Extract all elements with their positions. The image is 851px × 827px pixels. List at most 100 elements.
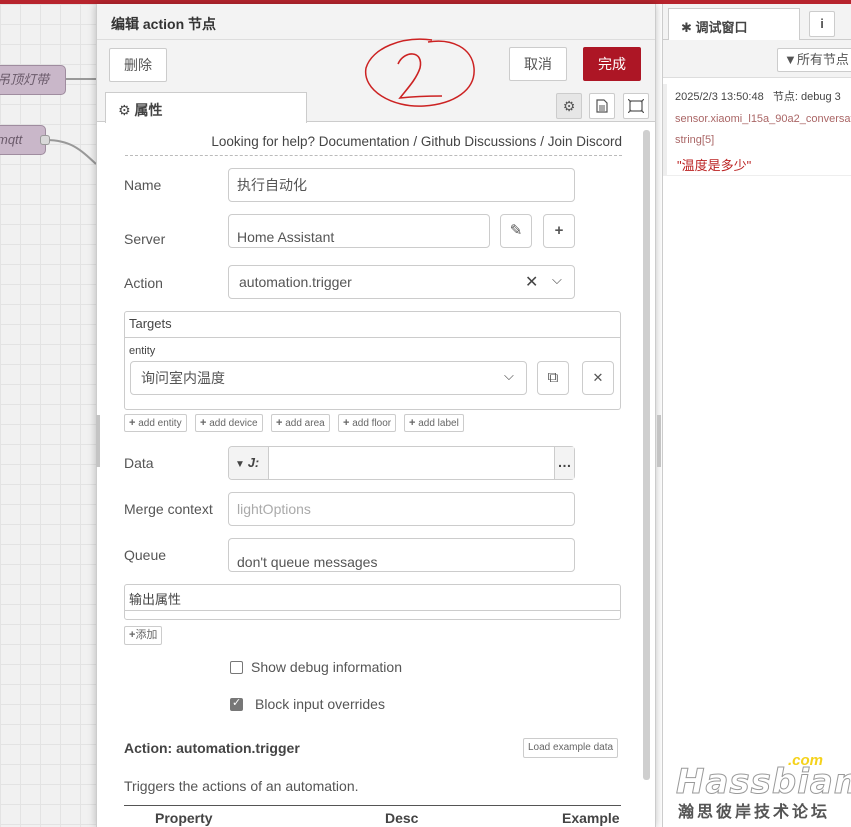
cancel-button[interactable]: 取消 [509,47,567,81]
json-type-icon: J: [247,455,260,470]
data-label: Data [124,455,154,471]
add-label-button[interactable]: + add label [404,414,464,432]
plus-icon: + [343,417,350,429]
flow-canvas[interactable]: 吊顶灯带 mqtt [0,4,96,827]
action-value: automation.trigger [239,274,352,290]
targets-title: Targets [125,312,620,338]
tab-debug[interactable]: ✱ 调试窗口 [668,8,800,41]
chevron-down-icon[interactable]: ⌵ [552,272,562,288]
tab-label: 属性 [134,102,163,118]
entity-value: 询问室内温度 [141,370,225,386]
debug-checkbox[interactable] [230,661,243,674]
filter-label: 所有节点 [796,52,849,67]
add-floor-button[interactable]: + add floor [338,414,397,432]
message-timestamp: 2025/2/3 13:50:48 [675,91,764,103]
help-links: Looking for help? Documentation / Github… [125,134,622,156]
debug-toolbar: ▼所有节点 [663,40,851,78]
resize-handle-right[interactable] [657,415,661,467]
add-output-label: 添加 [135,629,158,641]
delete-button[interactable]: 删除 [109,48,167,82]
github-discussions-link[interactable]: Github Discussions [421,134,537,149]
watermark-main: Hassbian [675,762,851,803]
scroll-thumb[interactable] [643,130,650,780]
action-select[interactable]: automation.trigger [228,265,575,299]
remove-x-icon[interactable]: ✕ [582,361,614,395]
debug-message[interactable]: 2025/2/3 13:50:48 节点: debug 3 sensor.xia… [663,84,851,176]
queue-label: Queue [124,547,167,563]
merge-context-label: Merge context [124,501,213,517]
resize-handle-left[interactable] [96,415,100,467]
documentation-link[interactable]: Documentation [319,134,410,149]
clear-x-icon[interactable]: ✕ [525,272,538,292]
done-button[interactable]: 完成 [583,47,641,81]
watermark-com: .com [788,752,824,769]
block-input-checkbox[interactable] [230,696,243,711]
add-floor-label: add floor [352,418,392,429]
tab-properties[interactable]: ⚙ 属性 [105,92,307,123]
join-discord-link[interactable]: Join Discord [548,134,622,149]
server-select[interactable]: Home Assistant [228,214,490,248]
load-example-button[interactable]: Load example data [523,738,619,758]
col-desc: Desc [385,810,419,826]
flow-node-label: mqtt [0,132,23,147]
queue-select[interactable]: don't queue messages [228,538,575,572]
separator: / [413,134,418,149]
appearance-icon[interactable] [623,93,649,119]
message-node[interactable]: 节点: debug 3 [773,91,841,103]
edit-tray: 编辑 action 节点 删除 取消 完成 ⚙ 属性 ⚙ Looking for… [96,4,656,827]
message-type: string[5] [675,134,715,146]
add-entity-button[interactable]: + add entity [124,414,187,432]
scrollbar[interactable] [641,122,653,822]
output-port[interactable] [40,135,50,145]
settings-gear-icon[interactable]: ⚙ [556,93,582,119]
expand-editor-button[interactable]: … [554,447,574,479]
entity-select[interactable]: 询问室内温度 [130,361,527,395]
doc-title: Action: automation.trigger [124,740,300,756]
action-label: Action [124,275,163,291]
add-label-label: add label [418,418,459,429]
debug-info-label: Show debug information [251,659,402,675]
tray-title: 编辑 action 节点 [111,16,217,32]
description-icon[interactable] [589,93,615,119]
caret-down-icon: ▼ [235,459,245,470]
flow-node-label: 吊顶灯带 [0,72,50,87]
merge-context-input[interactable]: lightOptions [228,492,575,526]
col-property: Property [155,810,213,826]
copy-icon[interactable]: ⧉ [537,361,569,395]
edit-pencil-icon[interactable]: ✎ [500,214,532,248]
message-value: "温度是多少" [677,158,752,173]
separator: / [540,134,544,149]
plus-icon: + [276,417,283,429]
data-input[interactable]: ▼ J: … [228,446,575,480]
node-filter-button[interactable]: ▼所有节点 [777,48,851,72]
doc-description: Triggers the actions of an automation. [124,778,359,794]
message-topic: sensor.xiaomi_l15a_90a2_conversation [675,113,851,125]
add-area-button[interactable]: + add area [271,414,330,432]
watermark-sub: 瀚思彼岸技术论坛 [678,802,831,821]
watermark-logo: Hassbian .com 瀚思彼岸技术论坛 [674,752,851,822]
server-label: Server [124,231,166,247]
flow-node[interactable]: 吊顶灯带 [0,65,66,95]
help-prefix: Looking for help? [211,134,315,149]
col-example: Example [562,810,620,826]
add-output-button[interactable]: +添加 [124,626,163,645]
sidebar-tabbar: ✱ 调试窗口 i [663,4,851,41]
plus-icon: + [409,417,416,429]
message-meta: 2025/2/3 13:50:48 节点: debug 3 [675,88,851,104]
properties-panel: Looking for help? Documentation / Github… [97,122,637,827]
handwritten-annotation [365,38,475,107]
add-area-label: add area [285,418,325,429]
chevron-down-icon[interactable]: ⌵ [504,368,514,384]
name-label: Name [124,177,162,193]
bug-icon: ✱ [681,20,692,35]
plus-icon: + [200,417,207,429]
add-entity-label: add entity [138,418,182,429]
add-device-button[interactable]: + add device [195,414,263,432]
info-icon[interactable]: i [809,11,835,37]
property-table: Property Desc Example [124,805,621,826]
add-plus-icon[interactable]: + [543,214,575,248]
output-title: 输出属性 [125,585,620,611]
block-input-label: Block input overrides [255,696,385,712]
type-selector[interactable]: ▼ J: [229,447,269,479]
name-input[interactable]: 执行自动化 [228,168,575,202]
